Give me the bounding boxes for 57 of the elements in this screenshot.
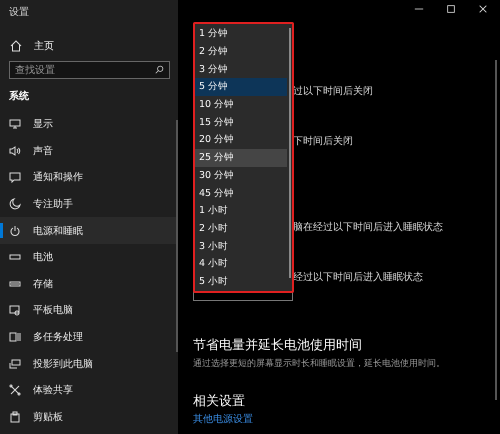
maximize-icon <box>446 4 456 14</box>
sidebar-item[interactable]: 投影到此电脑 <box>0 350 178 377</box>
scrollbar[interactable] <box>495 60 497 400</box>
dropdown-option[interactable]: 20 分钟 <box>195 131 287 149</box>
sidebar-item[interactable]: 体验共享 <box>0 376 178 404</box>
power-icon <box>9 224 21 237</box>
message-icon <box>9 171 21 184</box>
multitask-icon <box>9 331 21 344</box>
sidebar-item[interactable]: 存储 <box>0 270 178 298</box>
home-link[interactable]: 主页 <box>34 39 54 53</box>
dropdown-option[interactable]: 30 分钟 <box>195 166 287 184</box>
dropdown-option[interactable]: 3 分钟 <box>195 60 287 78</box>
home-icon <box>10 40 22 52</box>
setting-label: 过以下时间后关闭 <box>293 84 373 98</box>
setting-label: 脑在经过以下时间后进入睡眠状态 <box>293 220 443 234</box>
dropdown-option[interactable]: 1 小时 <box>195 202 287 220</box>
speaker-icon <box>9 144 21 157</box>
dropdown-option[interactable]: 45 分钟 <box>195 184 287 202</box>
selection-indicator <box>0 223 3 238</box>
monitor-icon <box>9 118 21 130</box>
window-title: 设置 <box>9 6 30 19</box>
search-field[interactable]: 查找设置 <box>9 61 170 79</box>
dropdown-option[interactable]: 2 小时 <box>195 220 287 238</box>
sidebar-item[interactable]: 显示 <box>0 111 178 138</box>
dropdown-option[interactable]: 25 分钟 <box>195 148 287 166</box>
scrollbar[interactable] <box>176 120 178 352</box>
section-heading: 系统 <box>9 90 30 103</box>
section-title: 节省电量并延长电池使用时间 <box>193 337 362 354</box>
sidebar-item[interactable]: 电源和睡眠 <box>0 217 178 244</box>
moon-icon <box>9 198 21 210</box>
dropdown-option[interactable]: 2 分钟 <box>195 42 287 60</box>
power-settings-link[interactable]: 其他电源设置 <box>193 412 253 426</box>
sidebar-item[interactable]: 多任务处理 <box>0 324 178 350</box>
dropdown-option[interactable]: 1 分钟 <box>195 25 287 43</box>
dropdown-option[interactable]: 10 分钟 <box>195 96 287 114</box>
dropdown-option[interactable]: 5 小时 <box>195 272 287 290</box>
tablet-icon <box>9 304 21 316</box>
dropdown-list[interactable]: 1 分钟 2 分钟 3 分钟 5 分钟 10 分钟 15 分钟 20 分钟 25 分钟 30 分钟 45 分钟 1 小时 2 小时 3 小时 4 小时 5 小时 <box>193 22 294 293</box>
section-title: 相关设置 <box>193 393 245 410</box>
close-icon <box>478 4 488 14</box>
sidebar-item[interactable]: 平板电脑 <box>0 297 178 324</box>
sidebar-item[interactable]: 剪贴板 <box>0 404 178 430</box>
dropdown-option[interactable]: 15 分钟 <box>195 113 287 132</box>
scrollbar[interactable] <box>289 28 291 278</box>
search-icon <box>155 65 164 74</box>
projector-icon <box>9 358 21 370</box>
sidebar-item[interactable]: 专注助手 <box>0 190 178 218</box>
dropdown-option[interactable]: 4 小时 <box>195 254 287 273</box>
sidebar-item[interactable]: 通知和操作 <box>0 164 178 191</box>
dropdown-option[interactable]: 3 小时 <box>195 237 287 255</box>
setting-label: 下时间后关闭 <box>293 134 353 148</box>
sidebar-item[interactable]: 电池 <box>0 244 178 271</box>
sidebar-item[interactable]: 声音 <box>0 138 178 164</box>
dropdown-option[interactable]: 5 分钟 <box>195 78 287 96</box>
share-icon <box>9 384 21 396</box>
clipboard-icon <box>9 410 21 423</box>
section-description: 通过选择更短的屏幕显示时长和睡眠设置，延长电池使用时间。 <box>193 358 445 370</box>
